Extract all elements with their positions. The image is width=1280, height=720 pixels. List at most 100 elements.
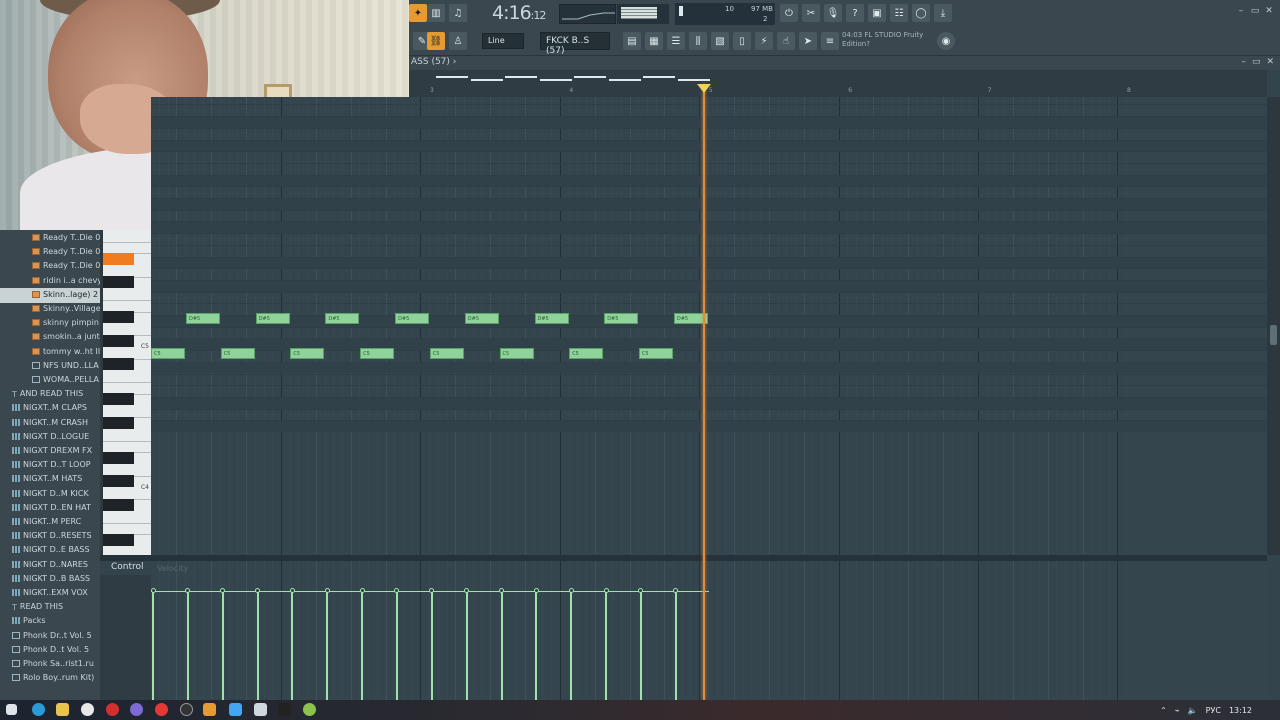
velocity-bar[interactable] [674, 591, 677, 700]
velocity-bar[interactable] [465, 591, 468, 700]
mixer-icon[interactable]: ☷ [890, 4, 908, 22]
piano-key-black[interactable] [103, 533, 134, 546]
velocity-bar[interactable] [326, 591, 329, 700]
browser-item[interactable]: tommy w..ht III [0, 345, 100, 360]
windows-start-icon[interactable] [6, 704, 17, 715]
velocity-bar[interactable] [395, 591, 398, 700]
piano-key-black[interactable] [103, 276, 134, 289]
power-icon[interactable]: ⏻ [780, 4, 798, 22]
playlist-icon[interactable]: ▤ [623, 32, 641, 50]
browser-item[interactable]: NIGXT..M CLAPS [0, 401, 100, 416]
note-c5[interactable]: C5 [499, 348, 534, 359]
snap-select[interactable]: Line [482, 33, 524, 49]
piano-key-black[interactable] [103, 416, 134, 429]
save-icon[interactable]: ▣ [868, 4, 886, 22]
velocity-bar[interactable] [361, 591, 364, 700]
note-d-sharp-5[interactable]: D#5 [255, 313, 290, 324]
velocity-bar[interactable] [639, 591, 642, 700]
browser-item[interactable]: Ready T..Die 05 [0, 245, 100, 260]
note-c5[interactable]: C5 [638, 348, 673, 359]
browser-item[interactable]: T READ THIS [0, 600, 100, 615]
browser-item[interactable]: Phonk D..t Vol. 5 [0, 643, 100, 658]
note-d-sharp-5[interactable]: D#5 [604, 313, 639, 324]
browser-item[interactable]: Ready T..Die 06 [0, 259, 100, 274]
note-d-sharp-5[interactable]: D#5 [186, 313, 220, 324]
browser-item[interactable]: NIGKT..M CRASH [0, 416, 100, 431]
playhead-line[interactable] [703, 84, 705, 700]
browser-item[interactable]: Rolo Boy..rum Kit) [0, 671, 100, 686]
piano-key-black[interactable] [103, 358, 134, 371]
velocity-handle[interactable] [568, 588, 574, 593]
link-icon[interactable]: ⛓ [427, 32, 445, 50]
browser-item[interactable]: NIGKT D..RESETS [0, 529, 100, 544]
browser-item[interactable]: NIGKT D..NARES [0, 558, 100, 573]
browser-item[interactable]: NIGXT D..T LOOP [0, 458, 100, 473]
velocity-bar[interactable] [291, 591, 294, 700]
piano-key-black[interactable] [103, 451, 134, 464]
pr-close-icon[interactable]: ✕ [1266, 57, 1274, 67]
step-icon[interactable]: ➤ [799, 32, 817, 50]
browser-item[interactable]: Packs [0, 614, 100, 629]
velocity-handle[interactable] [151, 588, 156, 593]
app-icon[interactable] [278, 703, 291, 716]
browser-item[interactable]: Ready T..Die 04 [0, 231, 100, 246]
velocity-handle[interactable] [359, 588, 365, 593]
control-selector[interactable]: Control [100, 561, 151, 575]
velocity-handle[interactable] [289, 588, 295, 593]
velocity-handle[interactable] [255, 588, 261, 593]
velocity-handle[interactable] [673, 588, 679, 593]
pattern-song-icon[interactable]: ▥ [427, 4, 445, 22]
fl-studio-taskbar-icon[interactable] [203, 703, 216, 716]
velocity-handle[interactable] [324, 588, 330, 593]
playhead-marker-icon[interactable] [697, 84, 711, 93]
tray-volume-icon[interactable]: 🔈 [1188, 706, 1198, 715]
note-c5[interactable]: C5 [151, 348, 185, 359]
edge-icon[interactable] [32, 703, 45, 716]
mail-icon[interactable] [229, 703, 242, 716]
note-c5[interactable]: C5 [360, 348, 395, 359]
velocity-lane[interactable] [151, 561, 1267, 700]
velocity-handle[interactable] [429, 588, 435, 593]
browser-item[interactable]: NIGXT D..EN HAT [0, 501, 100, 516]
green-app-icon[interactable] [303, 703, 316, 716]
browser-item[interactable]: NIGKT D..E BASS [0, 543, 100, 558]
velocity-handle[interactable] [185, 588, 191, 593]
plug-icon[interactable]: ⚡ [755, 32, 773, 50]
piano-key-black[interactable] [103, 498, 134, 511]
browser-item[interactable]: NIGXT..M HATS [0, 472, 100, 487]
browser-item[interactable]: Phonk Dr..t Vol. 5 [0, 629, 100, 644]
close-icon[interactable]: ✕ [1264, 6, 1274, 16]
piano-roll-titlebar[interactable]: ASS (57) › [409, 56, 1280, 70]
browser-item[interactable]: Skinny..Village) [0, 302, 100, 317]
scroll-thumb[interactable] [1270, 325, 1277, 345]
restore-icon[interactable]: ▭ [1250, 6, 1260, 16]
mixer-window-icon[interactable]: ⫼ [689, 32, 707, 50]
plugin-icon[interactable]: ▧ [711, 32, 729, 50]
news-icon[interactable]: ◉ [937, 32, 955, 50]
velocity-bar[interactable] [535, 591, 538, 700]
piano-keyboard[interactable]: C5 C4 [103, 230, 151, 555]
note-c5[interactable]: C5 [429, 348, 464, 359]
browser-icon[interactable]: ▯ [733, 32, 751, 50]
browser-item[interactable]: Phonk Sa..rist1.ru [0, 657, 100, 672]
browser-item[interactable]: ridin i..a chevy [0, 274, 100, 289]
browser-item[interactable]: WOMA..PELLA [0, 373, 100, 388]
download-icon[interactable]: ⤓ [934, 4, 952, 22]
velocity-bar[interactable] [152, 591, 154, 700]
browser-item[interactable]: T AND READ THIS [0, 387, 100, 402]
velocity-bar[interactable] [256, 591, 259, 700]
pattern-selector[interactable]: FKCK B..S (57) [540, 32, 610, 56]
piano-key-black[interactable] [103, 311, 134, 324]
timeline-ruler[interactable]: 345678 [409, 70, 1267, 97]
velocity-handle[interactable] [464, 588, 470, 593]
browser-item[interactable]: smokin..a junt [0, 330, 100, 345]
piano-key-black[interactable] [103, 475, 134, 488]
velocity-bar[interactable] [570, 591, 573, 700]
velocity-bar[interactable] [500, 591, 503, 700]
yandex-icon[interactable] [81, 703, 94, 716]
browser-item[interactable]: NIGKT..EXM VOX [0, 586, 100, 601]
velocity-bar[interactable] [186, 591, 189, 700]
velocity-handle[interactable] [499, 588, 504, 593]
chat-icon[interactable]: ◯ [912, 4, 930, 22]
velocity-bar[interactable] [430, 591, 433, 700]
